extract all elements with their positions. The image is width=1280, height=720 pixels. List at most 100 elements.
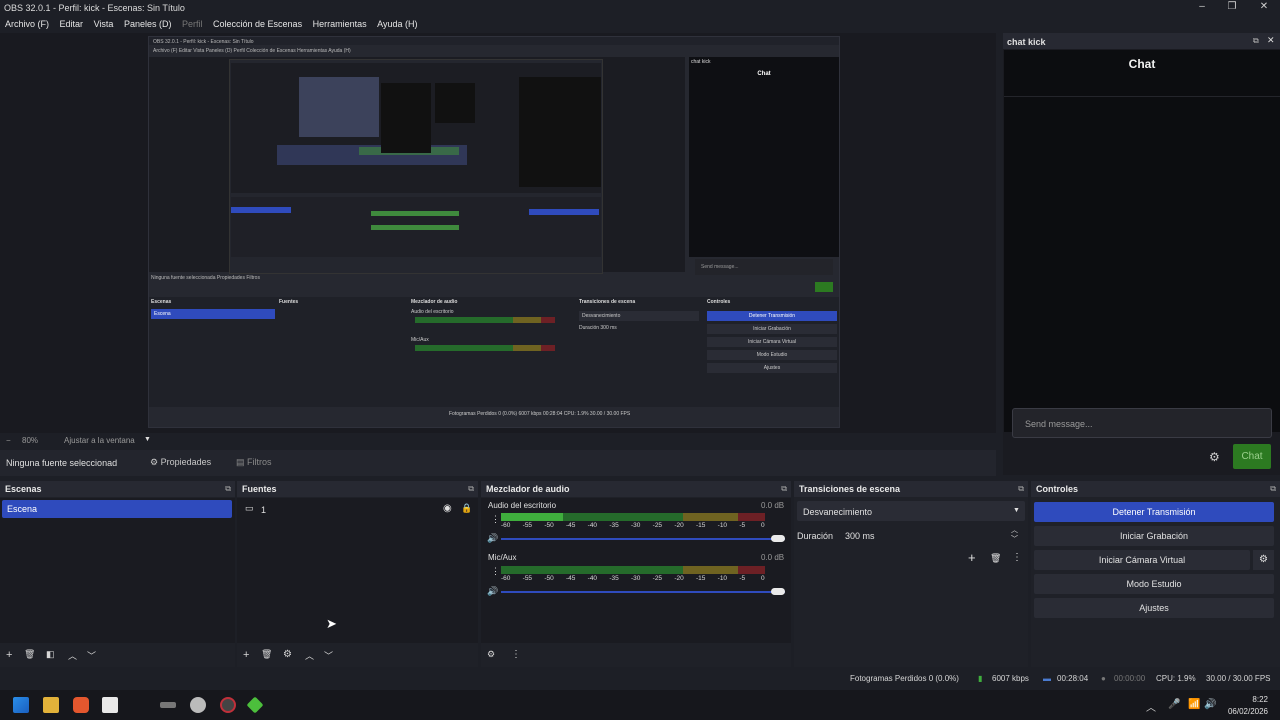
clock[interactable]: 8:22 06/02/2026	[1228, 694, 1268, 718]
sources-list: ▭ 1 ◉ 🔒 ➤	[237, 498, 478, 643]
chevron-up-icon[interactable]: ︿	[1146, 699, 1156, 714]
clock-date: 06/02/2026	[1227, 707, 1268, 716]
add-icon[interactable]: +	[6, 649, 12, 661]
volume-slider[interactable]	[501, 535, 785, 542]
meter-scale: -60 -55 -50 -45 -40 -35 -30 -25 -20 -15 -10 -5 0	[501, 522, 765, 531]
mini-source-bar: Ninguna fuente seleccionada Propiedades …	[151, 275, 260, 281]
gear-icon[interactable]: ⚙	[283, 649, 292, 660]
app-icon[interactable]	[190, 697, 206, 713]
volume-icon[interactable]: 🔊	[1204, 699, 1216, 710]
settings-button[interactable]: Ajustes	[1034, 598, 1274, 618]
app-icon[interactable]	[160, 702, 176, 708]
chat-message-input[interactable]: Send message...	[1012, 408, 1272, 438]
properties-label: Propiedades	[160, 457, 212, 467]
file-explorer-icon[interactable]	[43, 697, 59, 713]
studio-mode-button[interactable]: Modo Estudio	[1034, 574, 1274, 594]
menu-herramientas[interactable]: Herramientas	[308, 16, 370, 29]
close-icon[interactable]: ✕	[1267, 35, 1275, 46]
brave-browser-icon[interactable]	[73, 697, 89, 713]
kebab-menu-icon[interactable]: ⋮	[491, 514, 500, 525]
start-recording-button[interactable]: Iniciar Grabación	[1034, 526, 1274, 546]
zoom-fit[interactable]: Ajustar a la ventana	[64, 436, 135, 445]
dock-float-icon[interactable]: ⧉	[1270, 484, 1276, 494]
meter-tick-label: -10	[717, 575, 728, 582]
wifi-icon[interactable]: 📶	[1188, 699, 1200, 710]
mini-btn-2: Iniciar Grabación	[707, 324, 837, 334]
menu-vista[interactable]: Vista	[89, 16, 117, 29]
advanced-audio-icon[interactable]: ⚙	[487, 649, 495, 660]
kebab-menu-icon[interactable]: ⋮	[491, 566, 500, 577]
scene-item[interactable]: Escena	[2, 500, 232, 518]
lock-icon[interactable]: 🔒	[461, 503, 472, 514]
dock-float-icon[interactable]: ⧉	[1018, 484, 1024, 494]
minimize-button[interactable]: –	[1186, 0, 1218, 14]
trash-icon[interactable]: 🗑	[24, 649, 35, 660]
meter-tick-label: -30	[631, 575, 641, 582]
mini-mixer-ch2: Mic/Aux	[411, 337, 429, 343]
float-icon[interactable]: ⧉	[1253, 36, 1259, 46]
filter-icon[interactable]: ◧	[46, 649, 55, 660]
zoom-out-button[interactable]: −	[6, 436, 11, 445]
kebab-menu-icon[interactable]: ⋮	[511, 649, 521, 660]
transition-select[interactable]: Desvanecimiento ▼	[797, 501, 1025, 521]
dock-float-icon[interactable]: ⧉	[781, 484, 787, 494]
mixer-header: Mezclador de audio ⧉	[481, 481, 791, 497]
calendar-icon[interactable]	[102, 697, 118, 713]
spin-down-icon[interactable]: ﹀	[1011, 534, 1018, 544]
dock-float-icon[interactable]: ⧉	[468, 484, 474, 494]
meter-tick-label: -20	[674, 522, 684, 529]
kebab-menu-icon[interactable]: ⋮	[1012, 552, 1022, 563]
move-up-icon[interactable]: ︿	[305, 649, 314, 662]
source-item[interactable]: ▭ 1 ◉ 🔒	[243, 503, 473, 517]
zoom-level: 80%	[22, 436, 39, 445]
move-down-icon[interactable]: ﹀	[87, 649, 96, 662]
record-icon: ●	[1101, 674, 1106, 683]
mini-dock-escenas: Escenas	[151, 299, 172, 305]
speaker-icon[interactable]: 🔊	[487, 533, 498, 544]
menu-paneles[interactable]: Paneles (D)	[119, 16, 175, 29]
meter-tick-label: -10	[717, 522, 728, 529]
eye-icon[interactable]: ◉	[443, 503, 452, 514]
meter-tick-label: -35	[609, 575, 619, 582]
microphone-icon[interactable]: 🎤	[1168, 699, 1180, 710]
zoom-dropdown-icon[interactable]: ▼	[144, 436, 151, 443]
menu-archivo[interactable]: Archivo (F)	[0, 16, 52, 29]
menu-coleccion[interactable]: Colección de Escenas	[208, 16, 305, 29]
duration-spinbox[interactable]: 300 ms ︿ ﹀	[839, 525, 1025, 545]
start-virtual-camera-button[interactable]: Iniciar Cámara Virtual	[1034, 550, 1250, 570]
dock-float-icon[interactable]: ⧉	[225, 484, 231, 494]
menu-editar[interactable]: Editar	[55, 16, 87, 29]
menu-perfil[interactable]: Perfil	[177, 16, 206, 29]
sources-header: Fuentes ⧉	[237, 481, 478, 497]
meter-tick-label: -40	[587, 575, 598, 582]
volume-slider[interactable]	[501, 588, 785, 595]
meter-tick-label: -45	[566, 522, 576, 529]
close-button[interactable]: ✕	[1248, 0, 1280, 14]
transitions-header: Transiciones de escena ⧉	[794, 481, 1028, 497]
transitions-title: Transiciones de escena	[799, 484, 901, 494]
record-time: 00:00:00	[1114, 674, 1146, 683]
windows-start-icon[interactable]	[13, 697, 29, 713]
menu-ayuda[interactable]: Ayuda (H)	[372, 16, 420, 29]
duration-value: 300 ms	[845, 531, 875, 541]
speaker-icon[interactable]: 🔊	[487, 586, 498, 597]
add-icon[interactable]: +	[968, 550, 976, 565]
trash-icon[interactable]: 🗑	[990, 553, 1001, 564]
stop-streaming-button[interactable]: Detener Transmisión	[1034, 502, 1274, 522]
properties-button[interactable]: ⚙ Propiedades	[150, 457, 211, 468]
move-up-icon[interactable]: ︿	[68, 649, 77, 662]
add-icon[interactable]: +	[243, 649, 249, 661]
chat-settings-icon[interactable]: ⚙	[1209, 450, 1221, 464]
move-down-icon[interactable]: ﹀	[324, 649, 333, 662]
preview-canvas[interactable]: OBS 32.0.1 - Perfil: kick - Escenas: Sin…	[148, 36, 840, 428]
mini-dock-fuentes: Fuentes	[279, 299, 299, 305]
gear-icon[interactable]: ⚙	[1253, 550, 1274, 570]
obs-icon[interactable]	[220, 697, 236, 713]
app-icon[interactable]	[246, 696, 264, 714]
mini-btn-1: Detener Transmisión	[707, 311, 837, 321]
chat-send-button[interactable]: Chat	[1233, 444, 1271, 469]
maximize-button[interactable]: ❐	[1216, 0, 1248, 14]
filters-button[interactable]: ▤ Filtros	[236, 457, 272, 468]
trash-icon[interactable]: 🗑	[261, 649, 272, 660]
status-bar: Fotogramas Perdidos 0 (0.0%) ▮ 6007 kbps…	[0, 668, 1280, 688]
